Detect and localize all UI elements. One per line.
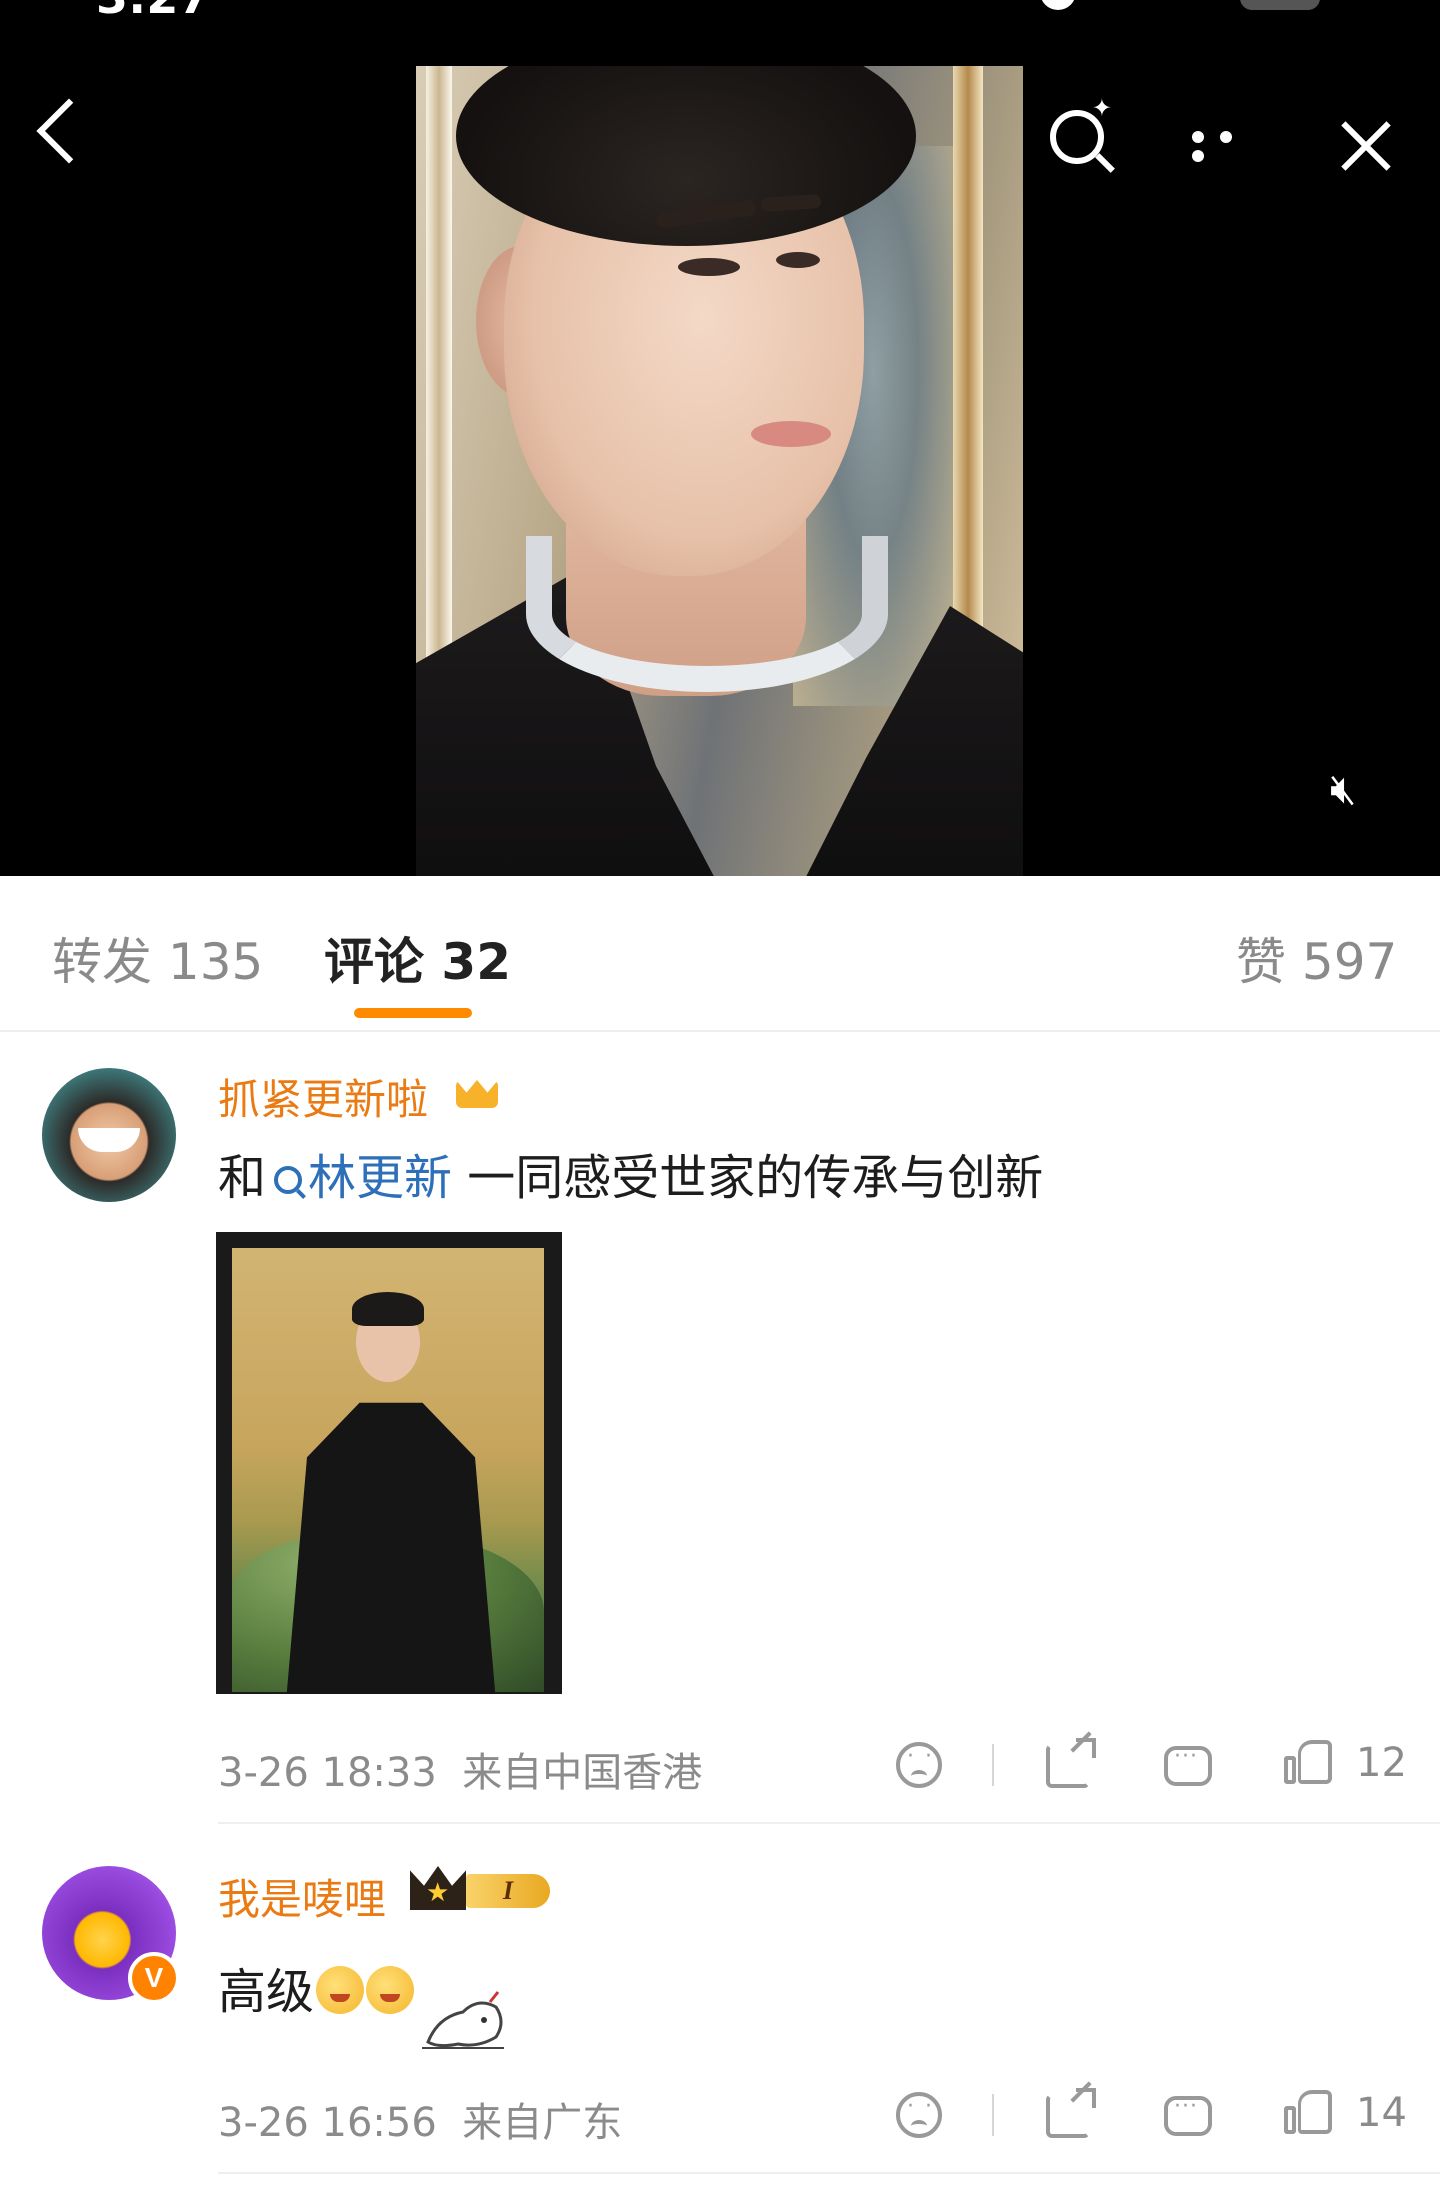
status-dot-icon — [1040, 0, 1076, 10]
main-photo[interactable] — [416, 66, 1023, 876]
crown-badge-icon[interactable] — [450, 1066, 506, 1112]
comment-source: 来自中国香港 — [462, 1750, 703, 1796]
divider — [992, 2094, 994, 2136]
status-time: 3:27 — [96, 0, 210, 24]
like-count: 12 — [1356, 1740, 1407, 1786]
comment-source: 来自广东 — [462, 2100, 623, 2146]
status-icons — [1040, 0, 1340, 14]
like-icon[interactable] — [1284, 1738, 1332, 1786]
more-dots-icon[interactable] — [1192, 128, 1272, 162]
comment-username[interactable]: 抓紧更新啦 — [218, 1066, 428, 1127]
like-icon[interactable] — [1284, 2088, 1332, 2136]
dislike-face-icon[interactable] — [896, 2092, 942, 2138]
media-viewer: 3:27 🔇︎ — [0, 0, 1440, 876]
tab-reposts[interactable]: 转发 135 — [52, 922, 263, 994]
comment-text: 和林更新 一同感受世家的传承与创新 — [218, 1150, 1044, 1206]
comment-meta: 3-26 16:56 来自广东 — [218, 2090, 622, 2148]
comment-username[interactable]: 我是唛哩 — [218, 1866, 386, 1927]
battery-icon — [1240, 0, 1320, 10]
dog-sticker-icon — [422, 1991, 504, 2049]
speaker-muted-icon[interactable]: 🔇︎ — [1330, 764, 1394, 814]
signal-icon — [1100, 0, 1160, 8]
level-badge[interactable]: ★ I — [410, 1866, 560, 1910]
comment-time: 3-26 18:33 — [218, 1750, 437, 1796]
comment-time: 3-26 16:56 — [218, 2100, 437, 2146]
active-tab-indicator — [354, 1008, 472, 1018]
interaction-tabs: 转发 135 评论 32 赞 597 — [0, 876, 1440, 1032]
search-lens-icon[interactable] — [1050, 94, 1112, 164]
chevron-left-icon[interactable] — [36, 98, 102, 164]
search-icon — [274, 1166, 303, 1194]
dislike-face-icon[interactable] — [896, 1742, 942, 1788]
reply-icon[interactable] — [1164, 2094, 1212, 2136]
share-icon[interactable] — [1046, 2088, 1096, 2138]
tab-comments[interactable]: 评论 32 — [324, 922, 511, 994]
share-icon[interactable] — [1046, 1738, 1096, 1788]
tab-likes[interactable]: 赞 597 — [1236, 922, 1397, 994]
blush-emoji-icon — [316, 1966, 365, 2014]
divider — [992, 1744, 994, 1786]
comment-image[interactable] — [216, 1232, 562, 1694]
like-count: 14 — [1356, 2090, 1407, 2136]
comment-text: 高级 — [218, 1952, 415, 2022]
divider — [218, 2172, 1440, 2174]
comment-meta: 3-26 18:33 来自中国香港 — [218, 1740, 702, 1798]
divider — [218, 1822, 1440, 1824]
status-bar: 3:27 — [0, 0, 1440, 24]
star-icon: ★ — [426, 1878, 450, 1908]
blush-emoji-icon — [366, 1966, 415, 2014]
reply-icon[interactable] — [1164, 1744, 1212, 1786]
avatar[interactable] — [42, 1068, 176, 1202]
close-icon[interactable] — [1338, 118, 1394, 174]
verified-badge: V — [128, 1952, 180, 2004]
mention-link[interactable]: 林更新 — [308, 1150, 452, 1206]
